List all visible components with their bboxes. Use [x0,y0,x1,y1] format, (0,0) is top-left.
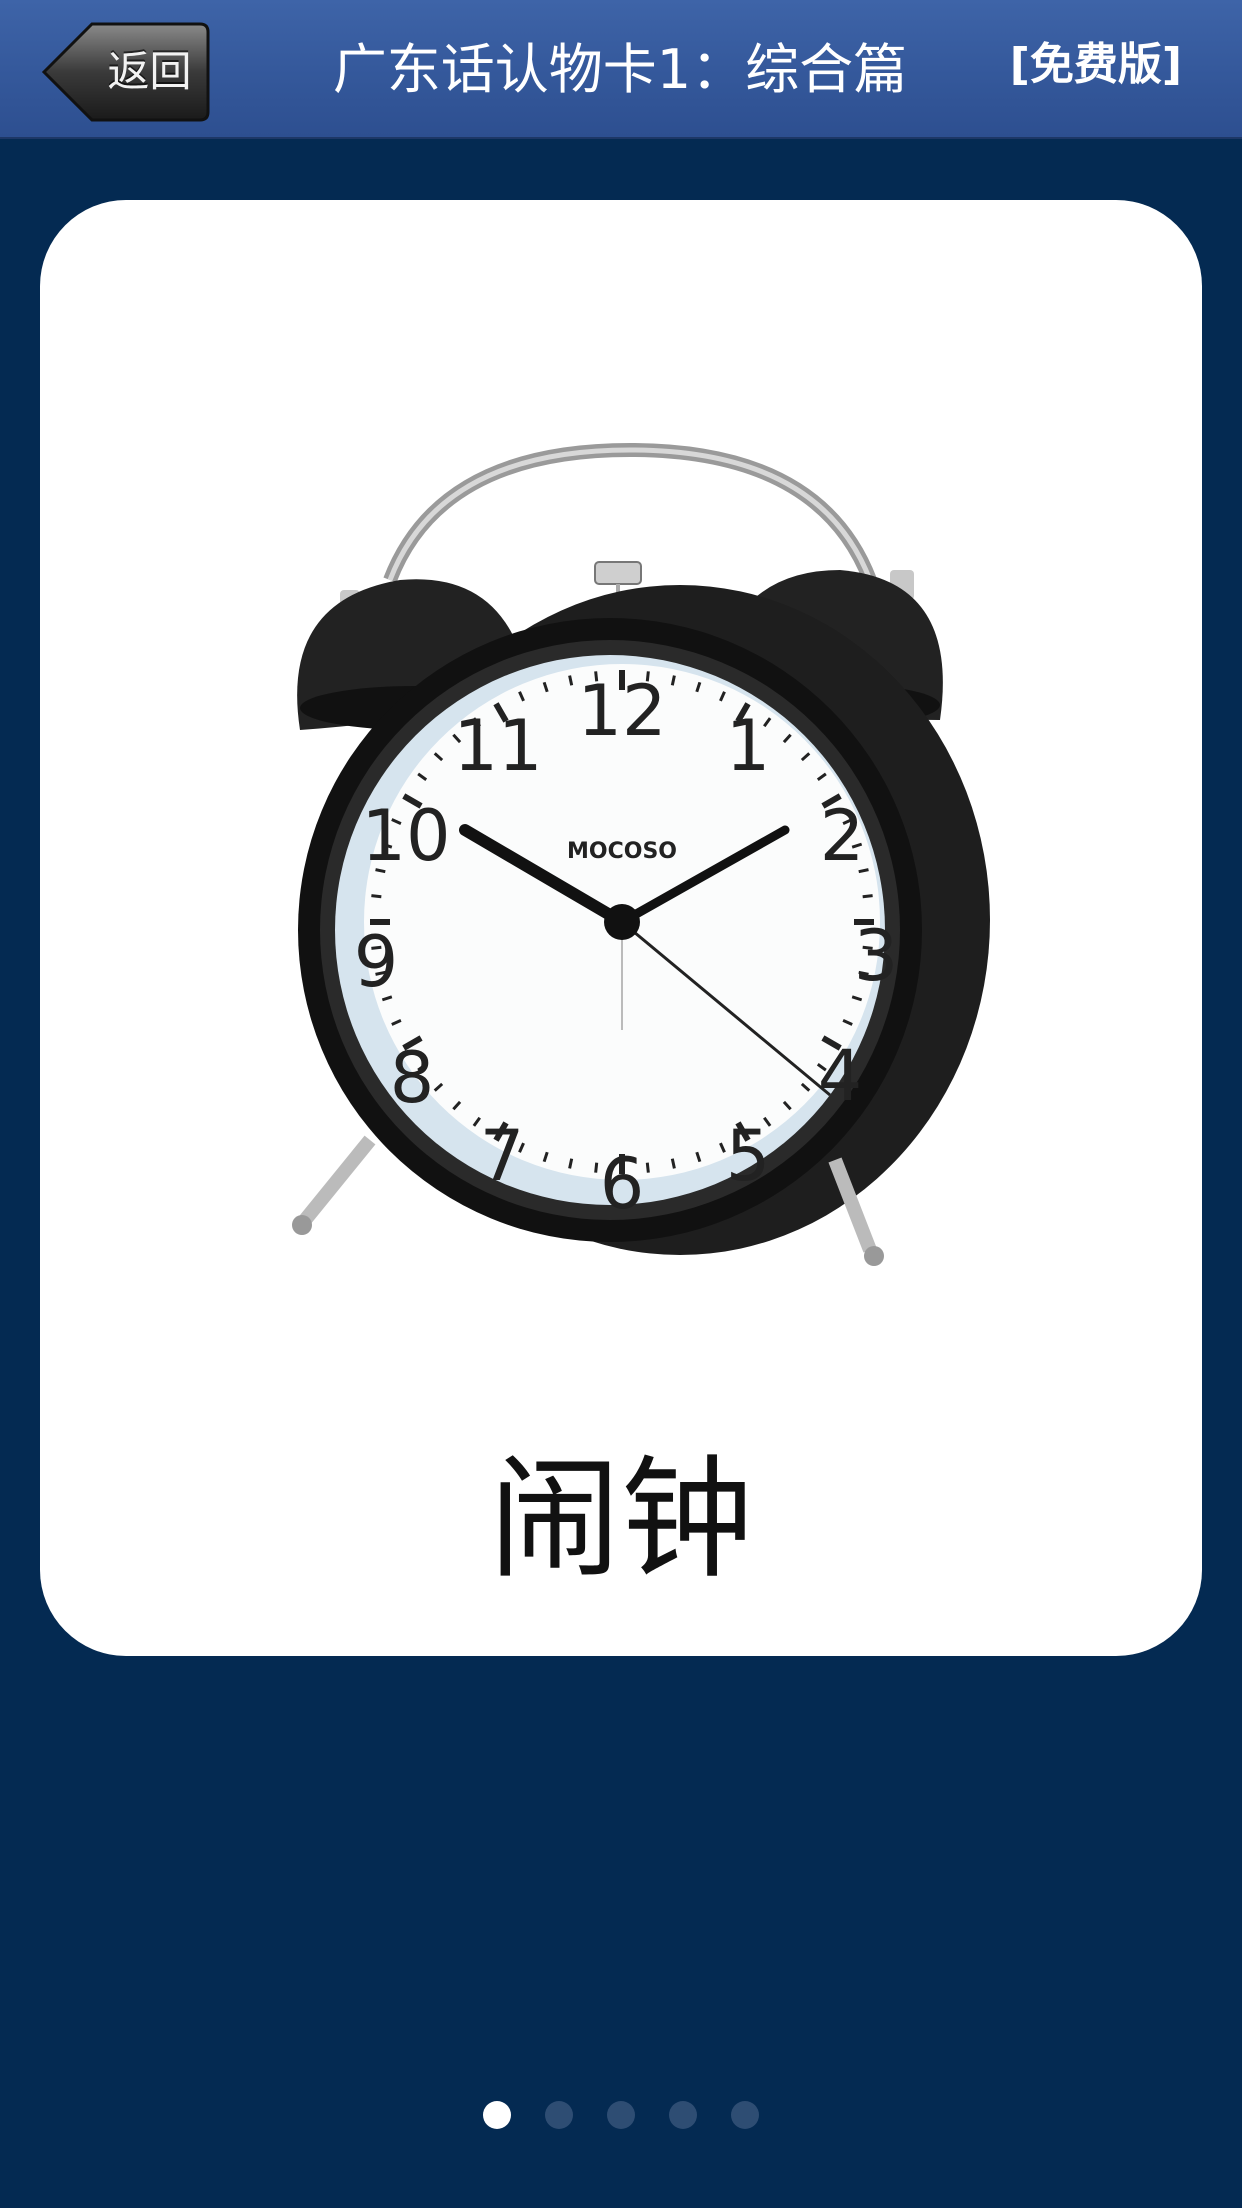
page-dot[interactable] [545,2101,573,2129]
page-dot[interactable] [607,2101,635,2129]
svg-text:10: 10 [361,795,450,877]
back-button-label: 返回 [107,47,192,96]
alarm-clock-icon: 12 1 2 3 4 5 6 7 8 9 10 11 MOCOSO [292,442,990,1266]
svg-text:12: 12 [577,670,666,752]
svg-text:6: 6 [600,1143,645,1225]
clock-brand: MOCOSO [567,839,677,864]
svg-text:2: 2 [820,795,865,877]
page-indicator[interactable] [0,2100,1242,2130]
page-dot[interactable] [483,2101,511,2129]
svg-text:8: 8 [390,1037,435,1119]
svg-text:3: 3 [854,915,899,997]
svg-text:1: 1 [726,705,771,787]
svg-text:7: 7 [480,1115,525,1197]
svg-text:9: 9 [354,921,399,1003]
svg-text:11: 11 [453,705,542,787]
page-dot[interactable] [669,2101,697,2129]
edition-badge: [免费版] [1009,39,1182,90]
svg-text:4: 4 [818,1035,863,1117]
card-word: 闹钟 [489,1443,753,1597]
svg-text:5: 5 [726,1115,771,1197]
page-dot[interactable] [731,2101,759,2129]
flash-card[interactable]: 12 1 2 3 4 5 6 7 8 9 10 11 MOCOSO 闹钟 [40,200,1202,1656]
page-title: 广东话认物卡1：综合篇 [332,38,908,101]
navigation-bar: 返回 广东话认物卡1：综合篇 [免费版] [0,0,1242,139]
back-button[interactable]: 返回 [40,20,212,124]
